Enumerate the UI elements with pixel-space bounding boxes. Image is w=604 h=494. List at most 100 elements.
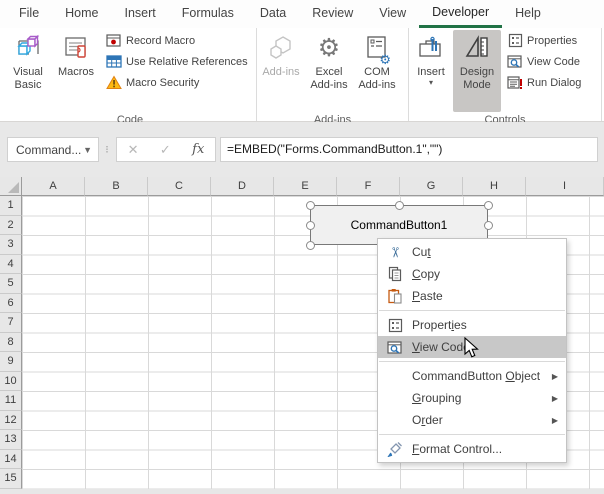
visual-basic-label: Visual Basic xyxy=(4,66,52,91)
design-mode-label: Design Mode xyxy=(453,66,501,91)
relative-references-icon xyxy=(105,54,123,69)
macro-security-label: Macro Security xyxy=(126,77,199,89)
tab-home[interactable]: Home xyxy=(52,0,111,28)
name-box[interactable]: Command... ▼ xyxy=(7,137,99,162)
insert-control-button[interactable]: Insert ▾ xyxy=(409,30,453,112)
row-header[interactable]: 8 xyxy=(0,333,22,353)
row-header[interactable]: 12 xyxy=(0,411,22,431)
row-header[interactable]: 7 xyxy=(0,313,22,333)
name-box-dropdown-icon[interactable]: ▼ xyxy=(83,145,98,155)
properties-icon xyxy=(506,33,524,48)
macros-button[interactable]: Macros xyxy=(52,30,100,112)
column-header[interactable]: G xyxy=(400,177,463,196)
ribbon: Visual Basic Macros xyxy=(0,28,604,122)
format-control-icon xyxy=(378,441,412,457)
mouse-cursor xyxy=(464,337,480,359)
row-header[interactable]: 13 xyxy=(0,430,22,450)
design-mode-icon xyxy=(463,33,491,63)
excel-add-ins-gear-icon: ⚙ xyxy=(318,33,340,63)
grid-bottom-strip xyxy=(0,489,604,494)
menu-item-properties[interactable]: Properties xyxy=(378,314,566,336)
use-relative-references-label: Use Relative References xyxy=(126,56,248,68)
run-dialog-button[interactable]: Run Dialog xyxy=(503,72,584,93)
design-mode-button[interactable]: Design Mode xyxy=(453,30,501,112)
excel-window: File Home Insert Formulas Data Review Vi… xyxy=(0,0,604,494)
column-header[interactable]: H xyxy=(463,177,526,196)
column-header[interactable]: D xyxy=(211,177,274,196)
tab-formulas[interactable]: Formulas xyxy=(169,0,247,28)
visual-basic-button[interactable]: Visual Basic xyxy=(4,30,52,112)
properties-button[interactable]: Properties xyxy=(503,30,584,51)
row-header[interactable]: 5 xyxy=(0,274,22,294)
resize-handle-bottom-left[interactable] xyxy=(306,241,315,250)
column-header[interactable]: I xyxy=(526,177,604,196)
menu-item-order[interactable]: Order ▶ xyxy=(378,409,566,431)
view-code-button[interactable]: View Code xyxy=(503,51,584,72)
menu-item-commandbutton-object[interactable]: CommandButton Object ▶ xyxy=(378,365,566,387)
enter-icon[interactable]: ✓ xyxy=(160,142,171,158)
use-relative-references-button[interactable]: Use Relative References xyxy=(102,51,251,72)
tab-file[interactable]: File xyxy=(6,0,52,28)
resize-handle-top-right[interactable] xyxy=(484,201,493,210)
row-header[interactable]: 3 xyxy=(0,235,22,255)
excel-add-ins-button[interactable]: ⚙ Excel Add-ins xyxy=(305,30,353,112)
ribbon-tab-bar: File Home Insert Formulas Data Review Vi… xyxy=(0,0,604,28)
column-header[interactable]: F xyxy=(337,177,400,196)
insert-function-icon[interactable]: fx xyxy=(192,142,204,157)
insert-control-label: Insert xyxy=(417,66,445,79)
resize-handle-top-center[interactable] xyxy=(395,201,404,210)
tab-help[interactable]: Help xyxy=(502,0,554,28)
row-header[interactable]: 1 xyxy=(0,196,22,216)
ribbon-group-controls: Insert ▾ Design Mode xyxy=(409,28,602,121)
row-header[interactable]: 4 xyxy=(0,255,22,275)
cancel-icon[interactable]: ✕ xyxy=(128,142,139,158)
column-header[interactable]: B xyxy=(85,177,148,196)
menu-item-format-control[interactable]: Format Control... xyxy=(378,438,566,460)
row-header[interactable]: 6 xyxy=(0,294,22,314)
tab-view[interactable]: View xyxy=(366,0,419,28)
record-macro-button[interactable]: Record Macro xyxy=(102,30,251,51)
row-header[interactable]: 10 xyxy=(0,372,22,392)
formula-buttons: ✕ ✓ fx xyxy=(116,137,216,162)
submenu-arrow-icon: ▶ xyxy=(552,416,558,425)
tab-review[interactable]: Review xyxy=(299,0,366,28)
menu-item-paste[interactable]: Paste xyxy=(378,285,566,307)
view-code-icon xyxy=(506,54,524,69)
row-header[interactable]: 9 xyxy=(0,352,22,372)
tab-data[interactable]: Data xyxy=(247,0,299,28)
row-headers: 1 2 3 4 5 6 7 8 9 10 11 12 13 14 15 xyxy=(0,196,22,489)
properties-icon xyxy=(378,318,412,333)
formula-bar: Command... ▼ ⁝ ✕ ✓ fx =EMBED("Forms.Comm… xyxy=(0,122,604,177)
row-header[interactable]: 11 xyxy=(0,391,22,411)
tab-insert[interactable]: Insert xyxy=(112,0,169,28)
menu-item-grouping[interactable]: Grouping ▶ xyxy=(378,387,566,409)
column-header[interactable]: E xyxy=(274,177,337,196)
resize-handle-mid-right[interactable] xyxy=(484,221,493,230)
resize-handle-top-left[interactable] xyxy=(306,201,315,210)
column-header[interactable]: A xyxy=(22,177,85,196)
menu-separator xyxy=(379,361,565,362)
formula-input[interactable]: =EMBED("Forms.CommandButton.1","") xyxy=(220,137,598,162)
run-dialog-icon xyxy=(506,75,524,90)
add-ins-label: Add-ins xyxy=(262,66,299,79)
menu-item-copy[interactable]: Copy xyxy=(378,263,566,285)
column-headers: A B C D E F G H I xyxy=(22,177,604,196)
command-button-label: CommandButton1 xyxy=(351,218,448,232)
row-header[interactable]: 2 xyxy=(0,216,22,236)
column-header[interactable]: C xyxy=(148,177,211,196)
paste-icon xyxy=(378,288,412,304)
menu-item-cut[interactable]: ✂ Cut xyxy=(378,241,566,263)
macro-security-button[interactable]: Macro Security xyxy=(102,72,251,93)
warning-triangle-icon xyxy=(105,75,123,90)
row-header[interactable]: 14 xyxy=(0,450,22,470)
submenu-arrow-icon: ▶ xyxy=(552,394,558,403)
resize-handle-mid-left[interactable] xyxy=(306,221,315,230)
submenu-arrow-icon: ▶ xyxy=(552,372,558,381)
com-add-ins-gear-icon: ⚙ xyxy=(379,53,391,66)
row-header[interactable]: 15 xyxy=(0,469,22,489)
insert-dropdown-arrow-icon[interactable]: ▾ xyxy=(429,79,433,87)
com-add-ins-button[interactable]: ⚙ COM Add-ins xyxy=(353,30,401,112)
select-all-corner[interactable] xyxy=(0,177,22,196)
ribbon-group-addins: Add-ins ⚙ Excel Add-ins ⚙ COM xyxy=(257,28,409,121)
tab-developer[interactable]: Developer xyxy=(419,0,502,28)
